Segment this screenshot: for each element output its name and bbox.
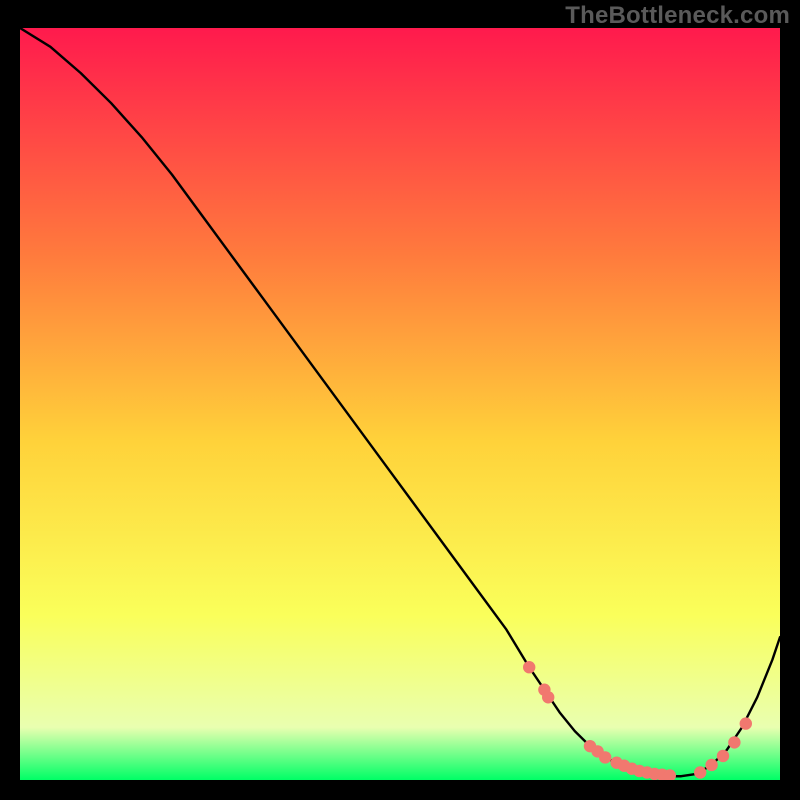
highlight-point xyxy=(740,717,752,729)
gradient-background xyxy=(20,28,780,780)
bottleneck-chart-svg xyxy=(20,28,780,780)
watermark-text: TheBottleneck.com xyxy=(565,2,790,30)
highlight-point xyxy=(717,750,729,762)
highlight-point xyxy=(599,751,611,763)
plot-area xyxy=(20,28,780,780)
highlight-point xyxy=(523,661,535,673)
highlight-point xyxy=(705,759,717,771)
highlight-point xyxy=(694,766,706,778)
chart-frame: TheBottleneck.com xyxy=(0,0,800,800)
highlight-point xyxy=(728,736,740,748)
highlight-point xyxy=(542,691,554,703)
